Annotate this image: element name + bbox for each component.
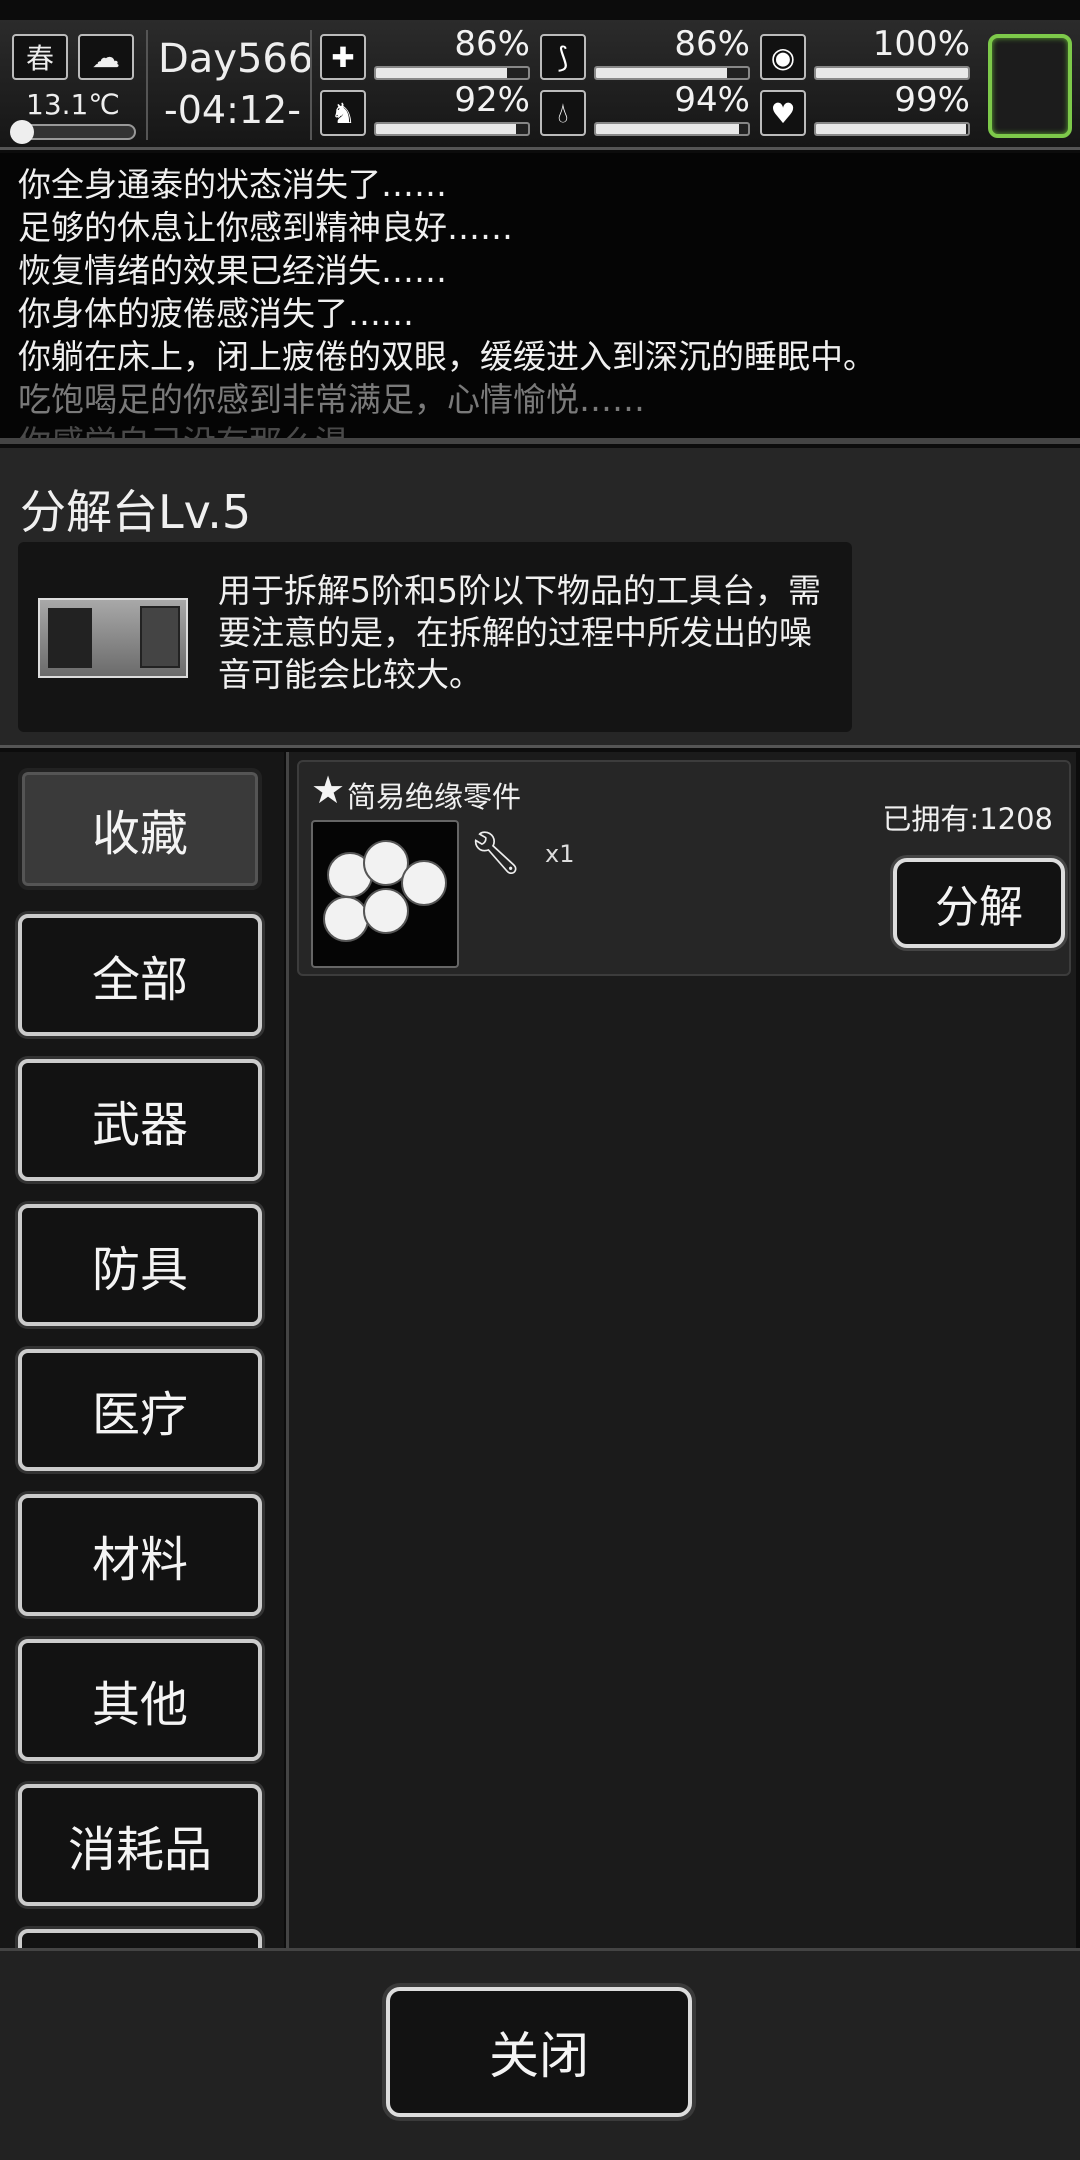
bench-description-box: 用于拆解5阶和5阶以下物品的工具台，需要注意的是，在拆解的过程中所发出的噪音可能…	[18, 542, 852, 732]
log-line: 恢复情绪的效果已经消失……	[18, 251, 447, 290]
stat-stamina-bar	[374, 122, 530, 136]
day-counter: Day566	[158, 36, 314, 82]
weather-rain-icon: ☁	[78, 34, 134, 80]
stat-thirst-bar	[594, 122, 750, 136]
log-border	[0, 438, 1080, 444]
category-weapons[interactable]: 武器	[18, 1059, 262, 1181]
category-all[interactable]: 全部	[18, 914, 262, 1036]
log-line: 足够的休息让你感到精神良好……	[18, 208, 513, 247]
category-materials[interactable]: 材料	[18, 1494, 262, 1616]
stat-health-value: 86%	[454, 24, 530, 64]
bench-title: 分解台Lv.5	[20, 485, 252, 539]
category-medical[interactable]: 医疗	[18, 1349, 262, 1471]
category-favorites[interactable]: 收藏	[18, 768, 262, 890]
stomach-icon: ⟆	[540, 34, 586, 80]
stat-thirst: 💧︎ 94%	[540, 80, 750, 140]
foot-icon: ♞	[320, 90, 366, 136]
insulation-parts-icon	[311, 820, 459, 968]
status-bar: 春 ☁ 13.1℃ Day566 -04:12- ✚ 86% ⟆ 86% ◉ 1…	[0, 20, 1080, 150]
category-other[interactable]: 其他	[18, 1639, 262, 1761]
stat-medicine: ◉ 100%	[760, 24, 970, 84]
log-line: 你身体的疲倦感消失了……	[18, 294, 414, 333]
star-icon[interactable]: ★	[311, 768, 345, 812]
medkit-icon: ✚	[320, 34, 366, 80]
item-name: 简易绝缘零件	[347, 780, 522, 814]
item-owned-count: 已拥有:1208	[882, 802, 1053, 836]
category-consumables[interactable]: 消耗品	[18, 1784, 262, 1906]
message-log[interactable]: 你全身通泰的状态消失了…… 足够的休息让你感到精神良好…… 恢复情绪的效果已经消…	[0, 153, 1080, 440]
item-list[interactable]: ★ 简易绝缘零件 已拥有:1208 🔧︎ x1 分解	[286, 752, 1076, 1948]
stat-hunger-value: 86%	[674, 24, 750, 64]
decompose-button[interactable]: 分解	[893, 858, 1065, 948]
stat-health-bar	[374, 66, 530, 80]
temperature-text: 13.1℃	[26, 88, 120, 121]
stat-hunger: ⟆ 86%	[540, 24, 750, 84]
clock-time: -04:12-	[164, 88, 301, 132]
workbench-icon	[38, 598, 188, 678]
log-line: 你躺在床上，闭上疲倦的双眼，缓缓进入到深沉的睡眠中。	[18, 337, 876, 376]
stat-thirst-value: 94%	[674, 80, 750, 120]
stat-mood-value: 99%	[894, 80, 970, 120]
pill-icon: ◉	[760, 34, 806, 80]
category-armor[interactable]: 防具	[18, 1204, 262, 1326]
close-button[interactable]: 关闭	[386, 1987, 692, 2117]
stat-health: ✚ 86%	[320, 24, 530, 84]
stat-medicine-value: 100%	[872, 24, 970, 64]
log-line: 你全身通泰的状态消失了……	[18, 165, 447, 204]
heart-icon: ♥	[760, 90, 806, 136]
temperature-bar	[10, 120, 136, 144]
divider	[310, 30, 312, 140]
category-sidebar[interactable]: 收藏 全部 武器 防具 医疗 材料 其他 消耗品	[0, 752, 284, 1948]
log-line: 吃饱喝足的你感到非常满足，心情愉悦……	[18, 380, 645, 419]
divider	[146, 30, 148, 140]
bench-description: 用于拆解5阶和5阶以下物品的工具台，需要注意的是，在拆解的过程中所发出的噪音可能…	[218, 571, 821, 694]
wrench-icon: 🔧︎	[469, 828, 523, 877]
temperature-knob	[10, 120, 34, 144]
quick-slot[interactable]	[988, 34, 1072, 138]
stat-mood: ♥ 99%	[760, 80, 970, 140]
stat-stamina: ♞ 92%	[320, 80, 530, 140]
stat-hunger-bar	[594, 66, 750, 80]
yield-quantity: x1	[545, 840, 575, 868]
bench-panel: 分解台Lv.5 用于拆解5阶和5阶以下物品的工具台，需要注意的是，在拆解的过程中…	[0, 448, 1080, 748]
stat-stamina-value: 92%	[454, 80, 530, 120]
season-indicator: 春	[12, 34, 68, 80]
category-more[interactable]	[18, 1929, 262, 1948]
stat-mood-bar	[814, 122, 970, 136]
footer: 关闭	[0, 1948, 1080, 2160]
season-label: 春	[25, 42, 54, 75]
water-drop-icon: 💧︎	[540, 90, 586, 136]
stat-medicine-bar	[814, 66, 970, 80]
list-item[interactable]: ★ 简易绝缘零件 已拥有:1208 🔧︎ x1 分解	[297, 760, 1071, 976]
